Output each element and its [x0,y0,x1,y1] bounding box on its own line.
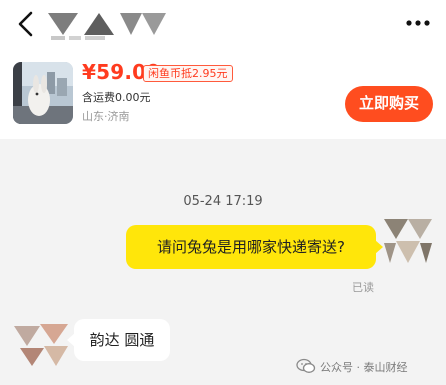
seller-subtitle-mosaic [51,36,105,40]
chat-screen: ¥59.00 闲鱼币抵2.95元 含运费0.00元 山东·济南 立即购买 05-… [0,0,446,385]
shipping-fee: 含运费0.00元 [82,91,151,104]
outgoing-message-bubble[interactable]: 请问兔兔是用哪家快递寄送? [126,225,383,269]
seller-avatar[interactable] [48,13,78,35]
watermark-text: 公众号 · 泰山财经 [320,361,408,374]
seller-avatar-mosaic [84,13,114,35]
more-dots-icon[interactable] [405,18,431,28]
self-avatar[interactable] [384,219,432,265]
buy-now-button[interactable]: 立即购买 [345,86,433,122]
message-timestamp: 05-24 17:19 [183,194,263,209]
product-card[interactable]: ¥59.00 闲鱼币抵2.95元 含运费0.00元 山东·济南 立即购买 [0,50,446,139]
incoming-message-bubble[interactable]: 韵达 圆通 [67,319,170,361]
peer-avatar[interactable] [14,320,68,366]
seller-location: 山东·济南 [82,110,130,123]
coin-discount-badge: 闲鱼币抵2.95元 [143,65,233,82]
seller-name-mosaic [120,13,166,35]
read-receipt: 已读 [352,281,374,294]
chevron-left-icon[interactable] [16,11,36,37]
wechat-icon [296,358,316,373]
product-thumbnail[interactable] [13,62,73,124]
top-nav-bar [0,0,446,50]
